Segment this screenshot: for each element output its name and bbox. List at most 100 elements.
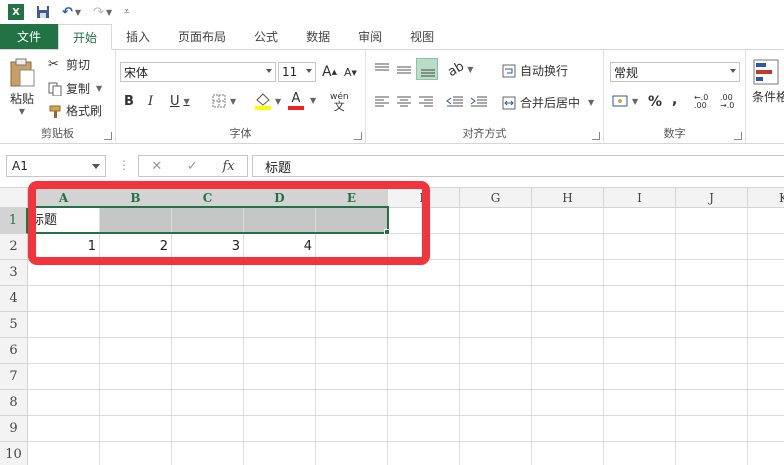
decrease-decimal-button[interactable]: .00 →.0 bbox=[720, 94, 740, 110]
cell-a9[interactable] bbox=[28, 416, 100, 442]
cell-c1[interactable] bbox=[172, 208, 244, 234]
percent-style-button[interactable]: % bbox=[648, 94, 662, 110]
insert-function-icon[interactable]: fx bbox=[222, 159, 234, 174]
cell-e10[interactable] bbox=[316, 442, 388, 465]
row-header-1[interactable]: 1 bbox=[0, 208, 28, 234]
cell-i8[interactable] bbox=[604, 390, 676, 416]
cell-c7[interactable] bbox=[172, 364, 244, 390]
column-header-g[interactable]: G bbox=[460, 188, 532, 208]
cell-f1[interactable] bbox=[388, 208, 460, 234]
increase-indent-icon[interactable] bbox=[470, 96, 488, 108]
font-name-select[interactable]: 宋体 bbox=[120, 62, 276, 82]
column-header-d[interactable]: D bbox=[244, 188, 316, 208]
cell-d10[interactable] bbox=[244, 442, 316, 465]
cell-e3[interactable] bbox=[316, 260, 388, 286]
enter-icon[interactable]: ✓ bbox=[187, 159, 198, 174]
cell-e4[interactable] bbox=[316, 286, 388, 312]
cell-b9[interactable] bbox=[100, 416, 172, 442]
cell-h5[interactable] bbox=[532, 312, 604, 338]
cell-h3[interactable] bbox=[532, 260, 604, 286]
cancel-icon[interactable]: ✕ bbox=[151, 159, 162, 174]
cell-h4[interactable] bbox=[532, 286, 604, 312]
cell-b3[interactable] bbox=[100, 260, 172, 286]
cell-k3[interactable] bbox=[748, 260, 784, 286]
cell-g4[interactable] bbox=[460, 286, 532, 312]
cell-k8[interactable] bbox=[748, 390, 784, 416]
customize-qat-button[interactable]: ⩡ bbox=[124, 7, 129, 17]
cell-f6[interactable] bbox=[388, 338, 460, 364]
cell-g1[interactable] bbox=[460, 208, 532, 234]
cell-b4[interactable] bbox=[100, 286, 172, 312]
cell-f8[interactable] bbox=[388, 390, 460, 416]
column-header-c[interactable]: C bbox=[172, 188, 244, 208]
cell-a2[interactable]: 1 bbox=[28, 234, 100, 260]
cell-f2[interactable] bbox=[388, 234, 460, 260]
row-header-7[interactable]: 7 bbox=[0, 364, 28, 390]
cell-e7[interactable] bbox=[316, 364, 388, 390]
column-header-f[interactable]: F bbox=[388, 188, 460, 208]
cell-g5[interactable] bbox=[460, 312, 532, 338]
bold-button[interactable]: B bbox=[124, 94, 134, 109]
italic-button[interactable]: I bbox=[148, 94, 153, 109]
cell-b1[interactable] bbox=[100, 208, 172, 234]
cell-c9[interactable] bbox=[172, 416, 244, 442]
align-middle-icon[interactable] bbox=[396, 62, 412, 76]
row-header-9[interactable]: 9 bbox=[0, 416, 28, 442]
tab-page-layout[interactable]: 页面布局 bbox=[164, 24, 240, 49]
cell-k2[interactable] bbox=[748, 234, 784, 260]
cell-f5[interactable] bbox=[388, 312, 460, 338]
cell-h10[interactable] bbox=[532, 442, 604, 465]
cell-f4[interactable] bbox=[388, 286, 460, 312]
cell-j1[interactable] bbox=[676, 208, 748, 234]
column-header-i[interactable]: I bbox=[604, 188, 676, 208]
cell-j2[interactable] bbox=[676, 234, 748, 260]
cell-f9[interactable] bbox=[388, 416, 460, 442]
cell-e5[interactable] bbox=[316, 312, 388, 338]
cell-k1[interactable] bbox=[748, 208, 784, 234]
formula-bar-grip-icon[interactable]: ⋮ bbox=[118, 158, 130, 172]
cell-e2[interactable] bbox=[316, 234, 388, 260]
grow-font-button[interactable]: A ▲ bbox=[322, 64, 337, 80]
number-format-select[interactable]: 常规 bbox=[610, 62, 740, 82]
cell-d3[interactable] bbox=[244, 260, 316, 286]
cell-c5[interactable] bbox=[172, 312, 244, 338]
cell-j7[interactable] bbox=[676, 364, 748, 390]
row-header-10[interactable]: 10 bbox=[0, 442, 28, 465]
conditional-formatting-button[interactable]: 条件格 bbox=[752, 58, 784, 105]
shrink-font-button[interactable]: A ▼ bbox=[344, 66, 357, 79]
align-center-icon[interactable] bbox=[396, 96, 412, 108]
cell-i9[interactable] bbox=[604, 416, 676, 442]
increase-decimal-button[interactable]: ←.0 .00 bbox=[694, 94, 714, 110]
cell-i4[interactable] bbox=[604, 286, 676, 312]
select-all-corner[interactable] bbox=[0, 188, 28, 208]
cell-j10[interactable] bbox=[676, 442, 748, 465]
align-left-icon[interactable] bbox=[374, 96, 390, 108]
cell-h7[interactable] bbox=[532, 364, 604, 390]
column-header-k[interactable]: K bbox=[748, 188, 784, 208]
cell-a10[interactable] bbox=[28, 442, 100, 465]
cell-g6[interactable] bbox=[460, 338, 532, 364]
tab-insert[interactable]: 插入 bbox=[112, 24, 164, 49]
redo-button[interactable]: ↷ ▼ bbox=[93, 5, 112, 20]
cell-a8[interactable] bbox=[28, 390, 100, 416]
tab-home[interactable]: 开始 bbox=[58, 24, 113, 50]
orientation-button[interactable]: ab ▼ bbox=[445, 59, 473, 80]
cell-i3[interactable] bbox=[604, 260, 676, 286]
paste-button[interactable]: 粘贴 ▼ bbox=[8, 58, 36, 116]
name-box[interactable]: A1 bbox=[6, 155, 106, 177]
column-header-e[interactable]: E bbox=[316, 188, 388, 208]
cell-a4[interactable] bbox=[28, 286, 100, 312]
cell-c3[interactable] bbox=[172, 260, 244, 286]
cell-i7[interactable] bbox=[604, 364, 676, 390]
tab-file[interactable]: 文件 bbox=[0, 24, 58, 49]
cell-f3[interactable] bbox=[388, 260, 460, 286]
cell-h8[interactable] bbox=[532, 390, 604, 416]
formula-input[interactable]: 标题 bbox=[252, 155, 784, 177]
borders-button[interactable]: ▼ bbox=[212, 94, 236, 108]
cell-d2[interactable]: 4 bbox=[244, 234, 316, 260]
font-launcher-icon[interactable] bbox=[354, 132, 362, 140]
row-header-5[interactable]: 5 bbox=[0, 312, 28, 338]
tab-view[interactable]: 视图 bbox=[396, 24, 448, 49]
phonetic-button[interactable]: wén 文 bbox=[330, 92, 349, 112]
cell-c10[interactable] bbox=[172, 442, 244, 465]
